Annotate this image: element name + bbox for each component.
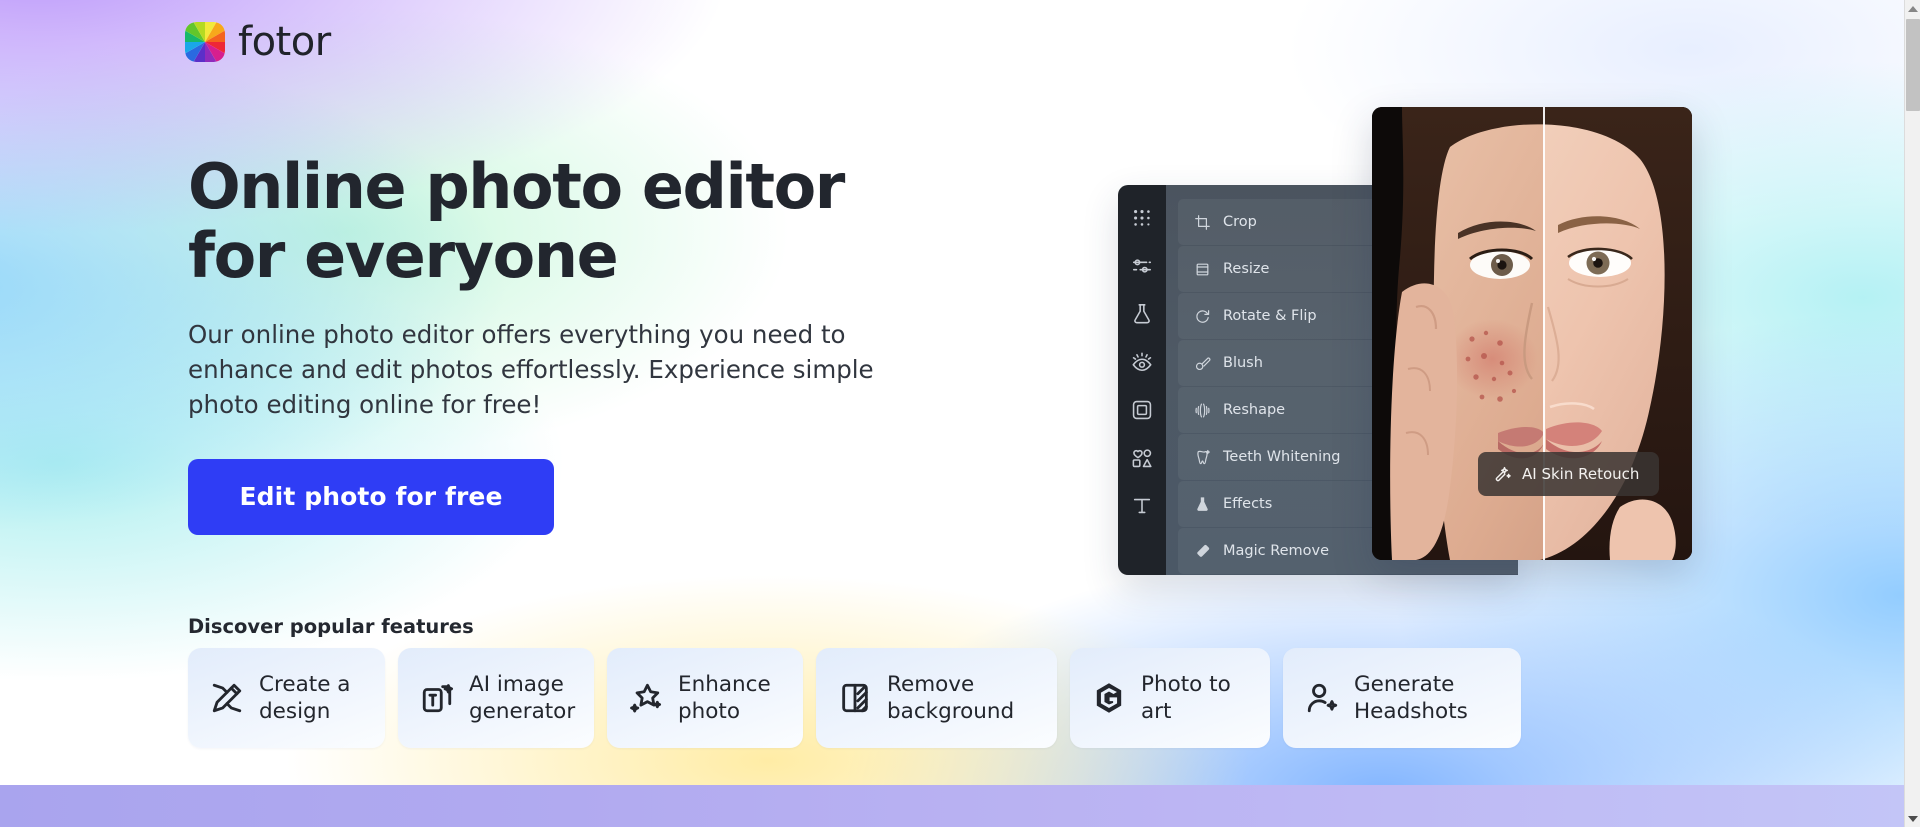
color-wheel-icon <box>185 22 225 62</box>
feature-card-label: Enhance photo <box>678 671 771 725</box>
crop-icon <box>1194 214 1211 231</box>
feature-card-label: Create a design <box>259 671 350 725</box>
ai-skin-retouch-tooltip: AI Skin Retouch <box>1478 452 1659 496</box>
feature-card-label: Remove background <box>887 671 1014 725</box>
feature-card[interactable]: Generate Headshots <box>1283 648 1521 748</box>
reshape-icon <box>1194 402 1211 419</box>
rail-button-adjust-sliders[interactable] <box>1131 255 1153 277</box>
text-tool-icon <box>1131 495 1153 517</box>
tool-label: Magic Remove <box>1223 543 1329 559</box>
scroll-up-arrow-icon[interactable] <box>1905 0 1920 17</box>
hero-subheadline: Our online photo editor offers everythin… <box>188 317 900 423</box>
rail-button-apps-grid[interactable] <box>1131 207 1153 229</box>
feature-card[interactable]: Photo to art <box>1070 648 1270 748</box>
effects-icon <box>1194 496 1211 513</box>
page-title: Online photo editor for everyone <box>188 152 948 291</box>
magic-wand-sparkle-icon <box>1494 465 1512 483</box>
feature-card[interactable]: AI image generator <box>398 648 594 748</box>
tool-label: Rotate & Flip <box>1223 308 1317 324</box>
feature-card[interactable]: Remove background <box>816 648 1057 748</box>
feature-cards: Create a design AI image generator Enhance… <box>188 648 1521 748</box>
tool-label: Blush <box>1223 355 1263 371</box>
brand-name: fotor <box>238 22 331 62</box>
scroll-down-arrow-icon[interactable] <box>1905 810 1920 827</box>
tool-label: Crop <box>1223 214 1257 230</box>
tooltip-label: AI Skin Retouch <box>1522 465 1639 483</box>
rail-button-flask[interactable] <box>1131 303 1153 325</box>
rail-button-shapes[interactable] <box>1131 447 1153 469</box>
flask-icon <box>1131 303 1153 325</box>
adjust-sliders-icon <box>1131 255 1153 277</box>
apps-grid-icon <box>1131 207 1153 229</box>
rail-button-text-tool[interactable] <box>1131 495 1153 517</box>
hero-section: Online photo editor for everyone Our onl… <box>188 152 948 535</box>
brand-logo[interactable]: fotor <box>185 22 331 62</box>
tooth-icon <box>1194 449 1211 466</box>
text-card-ai-icon <box>420 681 454 715</box>
rail-button-eye-retouch[interactable] <box>1131 351 1153 373</box>
editor-mockup: Crop Resize Rotate & Flip Blush Reshape Teeth… <box>1118 185 1718 575</box>
editor-tool-rail <box>1118 185 1166 575</box>
scrollbar-thumb[interactable] <box>1906 19 1920 111</box>
tool-label: Reshape <box>1223 402 1285 418</box>
shapes-icon <box>1131 447 1153 469</box>
before-after-photo: AI Skin Retouch <box>1372 107 1692 560</box>
rail-button-frame[interactable] <box>1131 399 1153 421</box>
feature-card-label: Photo to art <box>1141 671 1246 725</box>
rotate-icon <box>1194 308 1211 325</box>
edit-photo-for-free-button[interactable]: Edit photo for free <box>188 459 554 535</box>
tool-label: Effects <box>1223 496 1272 512</box>
pencil-ruler-icon <box>210 681 244 715</box>
page-content: fotor Online photo editor for everyone O… <box>0 0 1904 827</box>
blush-icon <box>1194 355 1211 372</box>
page-viewport: fotor Online photo editor for everyone O… <box>0 0 1920 827</box>
tool-label: Teeth Whitening <box>1223 449 1341 465</box>
feature-card-label: Generate Headshots <box>1354 671 1468 725</box>
feature-card-label: AI image generator <box>469 671 575 725</box>
feature-card[interactable]: Enhance photo <box>607 648 803 748</box>
magic-star-icon <box>629 681 663 715</box>
tool-label: Resize <box>1223 261 1269 277</box>
person-sparkle-icon <box>1305 681 1339 715</box>
feature-card[interactable]: Create a design <box>188 648 385 748</box>
next-section-band <box>0 785 1904 827</box>
eraser-icon <box>1194 543 1211 560</box>
page-scrollbar[interactable] <box>1904 0 1920 827</box>
hexagon-g-icon <box>1092 681 1126 715</box>
discover-features-label: Discover popular features <box>188 615 474 638</box>
split-square-icon <box>838 681 872 715</box>
eye-retouch-icon <box>1131 351 1153 373</box>
frame-icon <box>1131 399 1153 421</box>
resize-icon <box>1194 261 1211 278</box>
